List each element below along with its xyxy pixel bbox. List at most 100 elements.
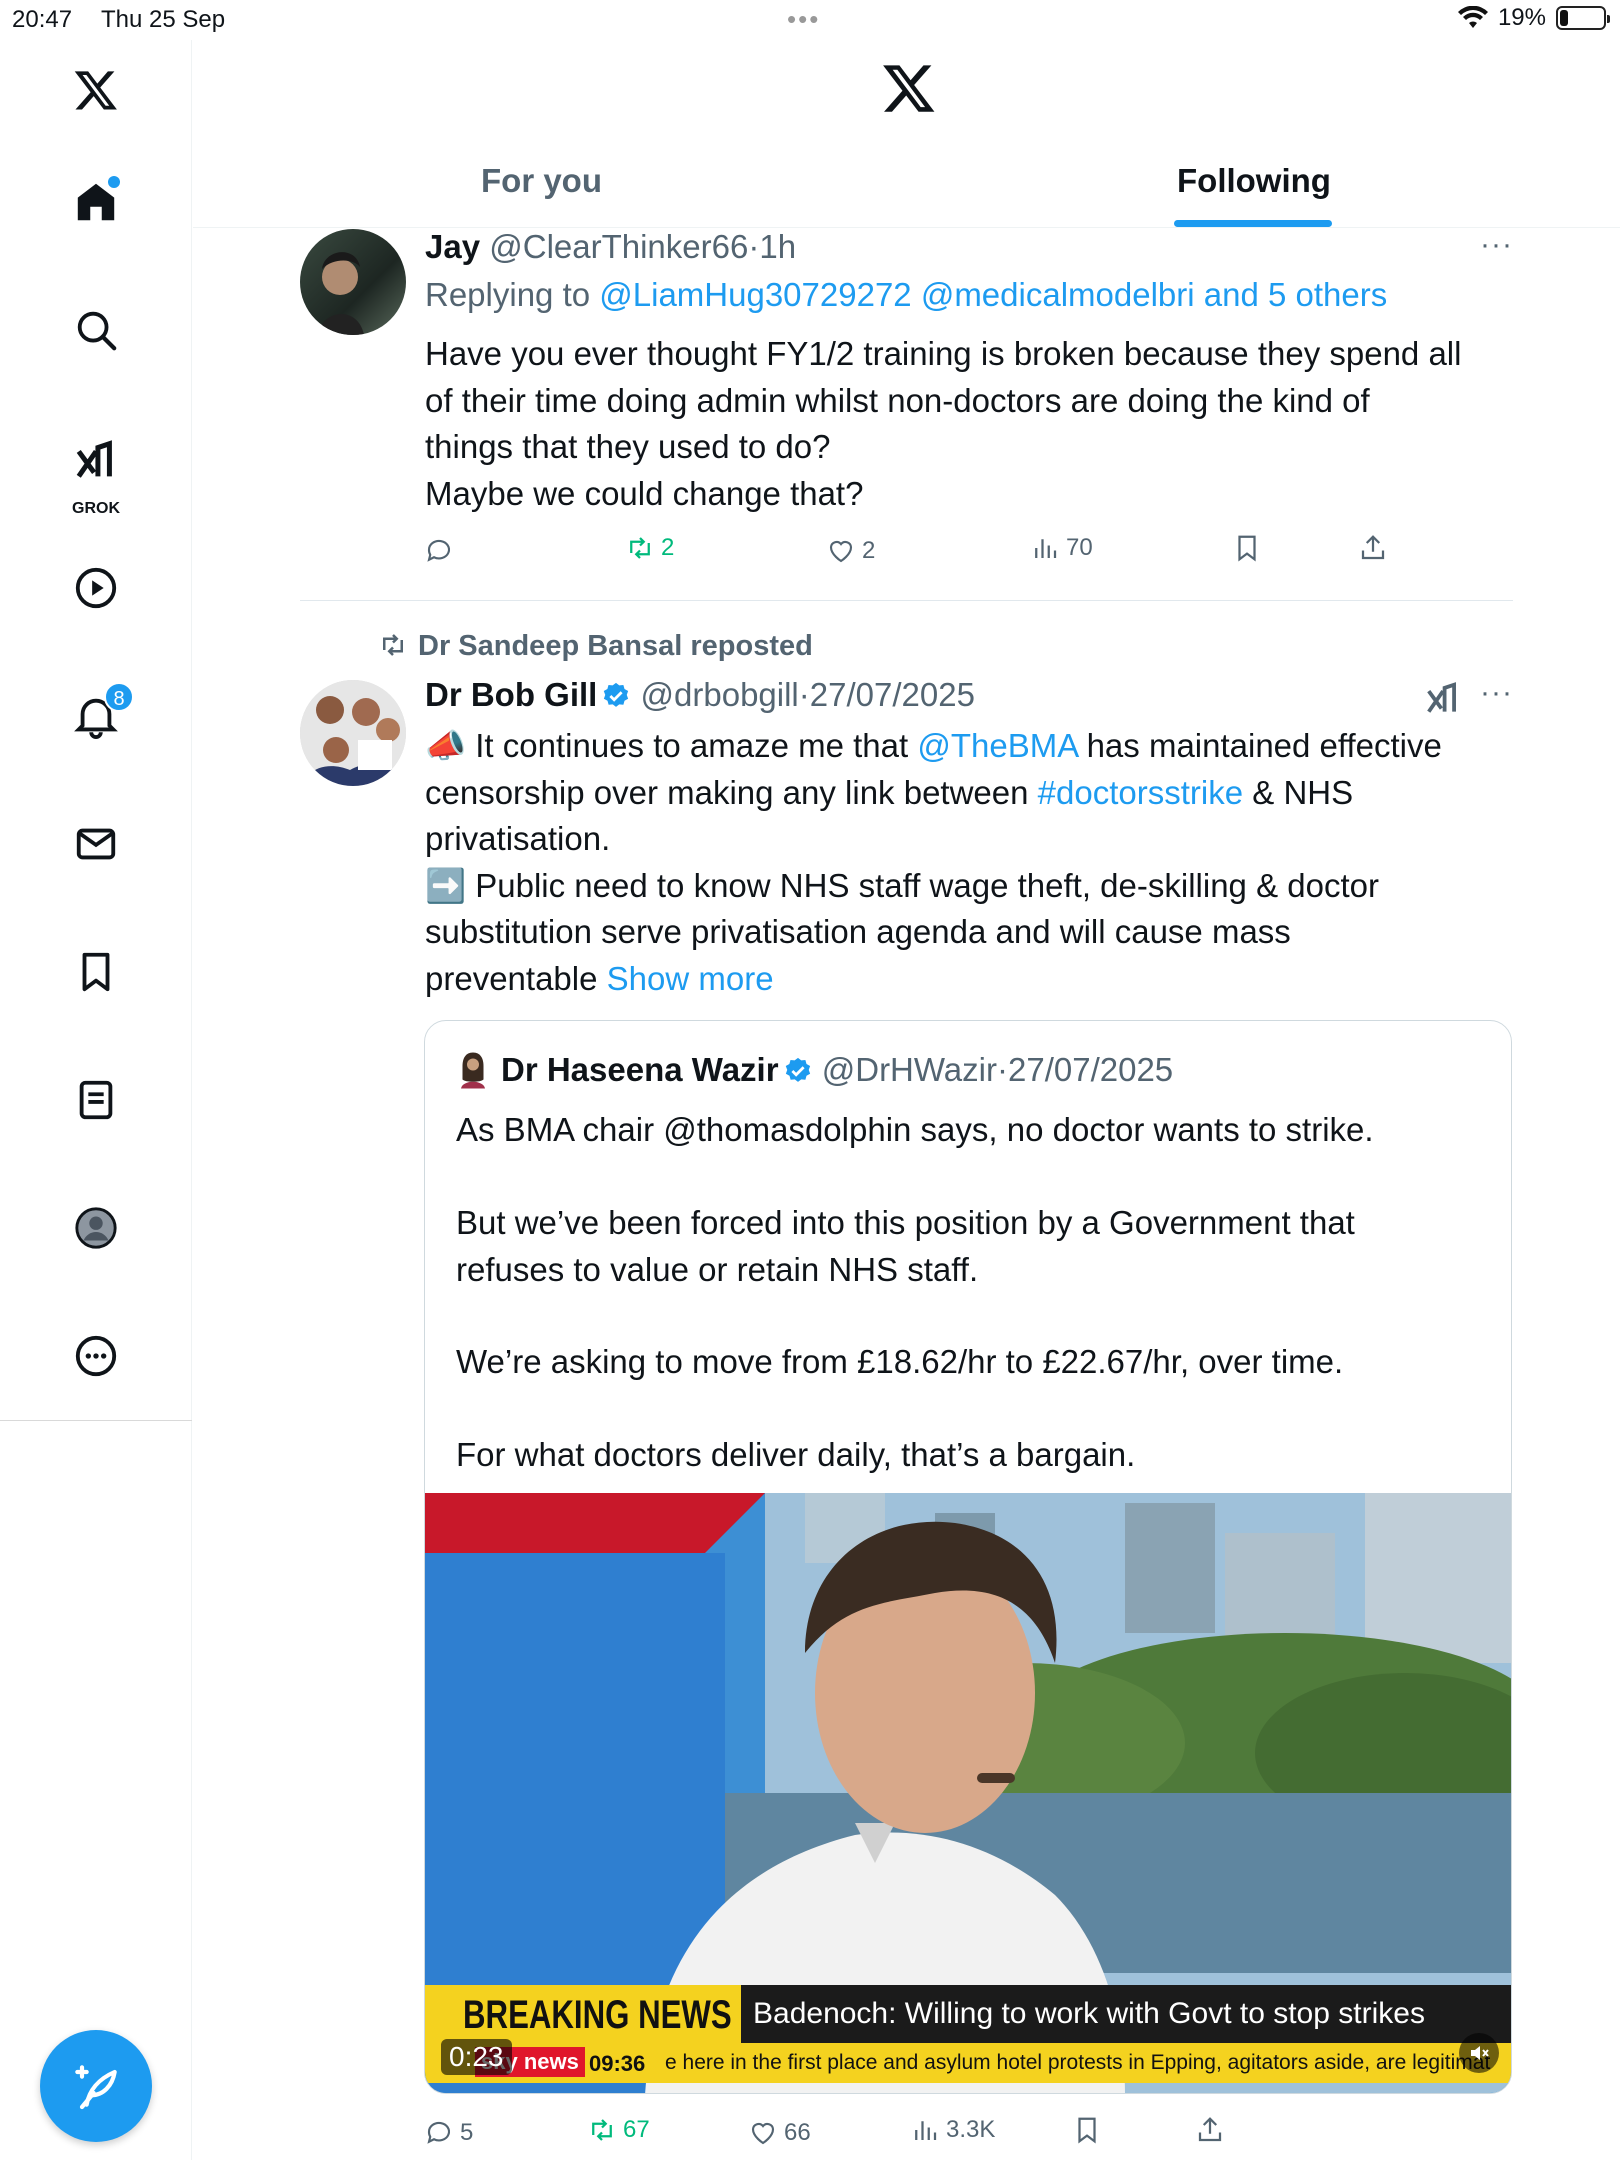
text-segment: Public need to know NHS staff wage theft… — [466, 866, 1379, 904]
tab-following[interactable]: Following — [1177, 162, 1331, 200]
nav-messages[interactable] — [60, 808, 132, 880]
battery-fill — [1560, 10, 1568, 26]
quote-tweet[interactable]: Dr Haseena Wazir @DrHWazir·27/07/2025 As… — [424, 1020, 1512, 2094]
more-options-icon[interactable]: ··· — [1480, 676, 1513, 710]
nav-more[interactable] — [60, 1320, 132, 1392]
avatar[interactable] — [300, 680, 406, 786]
tweet-text-line: substitution serve privatisation agenda … — [425, 913, 1291, 950]
more-options-icon[interactable]: ··· — [1480, 228, 1513, 262]
views-button[interactable]: 70 — [1030, 533, 1093, 563]
tweet-header: Dr Bob Gill @drbobgill·27/07/2025 — [425, 676, 975, 714]
quote-paragraph: As BMA chair @thomasdolphin says, no doc… — [456, 1111, 1374, 1148]
tweet-text-line: ➡️ Public need to know NHS staff wage th… — [425, 863, 1442, 910]
tweet-time[interactable]: 27/07/2025 — [810, 676, 975, 713]
reply-button[interactable]: 5 — [424, 2118, 473, 2148]
mention-link[interactable]: @TheBMA — [917, 727, 1077, 764]
show-more-link[interactable]: Show more — [607, 960, 774, 997]
verified-badge-icon — [785, 1057, 810, 1082]
nav-video[interactable] — [60, 552, 132, 624]
quote-time[interactable]: 27/07/2025 — [1008, 1051, 1173, 1088]
reposted-by[interactable]: Dr Sandeep Bansal reposted — [418, 630, 813, 662]
verified-badge-icon — [604, 682, 629, 707]
multitasking-dots[interactable]: ••• — [787, 4, 820, 35]
tweet-time[interactable]: 1h — [759, 228, 796, 265]
author-handle[interactable]: @drbobgill — [641, 676, 799, 713]
separator: · — [996, 1051, 1008, 1088]
nav-profile[interactable] — [60, 1192, 132, 1264]
text-segment: It continues to amaze me that — [466, 727, 918, 764]
tab-for-you[interactable]: For you — [481, 162, 602, 200]
avatar[interactable] — [300, 229, 406, 335]
author-name[interactable]: Jay — [425, 228, 480, 265]
nav-lists[interactable] — [60, 1064, 132, 1136]
sidebar-separator — [0, 1420, 192, 1421]
nav-notifications[interactable]: 8 — [60, 680, 134, 752]
breaking-news-bar: BREAKING NEWS Badenoch: Willing to work … — [425, 1985, 1511, 2043]
mute-button[interactable] — [1459, 2033, 1499, 2073]
nav-grok[interactable]: GROK — [60, 424, 132, 517]
bookmark-button[interactable] — [1072, 2115, 1102, 2145]
tab-active-indicator — [1174, 220, 1332, 227]
quote-author-handle[interactable]: @DrHWazir — [822, 1051, 997, 1088]
tweet-text-line: privatisation. — [425, 820, 611, 857]
status-time: 20:47 — [12, 6, 73, 33]
analytics-icon — [915, 2121, 937, 2140]
views-button[interactable]: 3.3K — [910, 2115, 995, 2145]
video-player[interactable]: BREAKING NEWS Badenoch: Willing to work … — [425, 1493, 1511, 2093]
mail-icon — [76, 828, 116, 860]
nav-home[interactable] — [60, 166, 132, 238]
video-duration: 0:23 — [441, 2039, 512, 2075]
reply-icon — [427, 539, 451, 562]
headline-box: Badenoch: Willing to work with Govt to s… — [741, 1985, 1511, 2043]
like-button[interactable]: 66 — [748, 2118, 811, 2148]
author-handle[interactable]: @ClearThinker66 — [489, 228, 748, 265]
battery-percent: 19% — [1497, 4, 1546, 31]
news-headline: Badenoch: Willing to work with Govt to s… — [753, 1997, 1425, 2030]
share-icon — [1361, 535, 1385, 560]
replying-to-users[interactable]: @LiamHug30729272 @medicalmodelbri and 5 … — [599, 276, 1387, 313]
like-button[interactable]: 2 — [826, 536, 875, 566]
x-logo-button[interactable] — [60, 54, 132, 126]
grok-icon — [76, 440, 112, 478]
quote-author-name[interactable]: Dr Haseena Wazir — [501, 1051, 779, 1088]
nav-search[interactable] — [60, 294, 132, 366]
reply-button[interactable] — [424, 536, 460, 566]
tweet-text: Have you ever thought FY1/2 training is … — [425, 335, 1462, 512]
ticker-text: e here in the first place and asylum hot… — [665, 2051, 1491, 2074]
repost-icon — [592, 2119, 612, 2141]
play-icon — [75, 567, 117, 609]
text-segment: has maintained effective — [1077, 727, 1442, 764]
heart-icon — [751, 2123, 775, 2145]
hashtag-link[interactable]: #doctorsstrike — [1038, 774, 1243, 811]
reply-icon — [427, 2121, 451, 2144]
nav-bookmarks[interactable] — [60, 936, 132, 1008]
tweet-divider — [300, 600, 1513, 601]
analytics-icon — [1035, 539, 1057, 558]
muted-speaker-icon — [1471, 2046, 1489, 2060]
repost-icon — [630, 537, 650, 559]
share-button[interactable] — [1195, 2115, 1225, 2145]
notification-badge: 8 — [104, 682, 134, 712]
author-name[interactable]: Dr Bob Gill — [425, 676, 597, 713]
x-logo-icon[interactable] — [881, 60, 937, 116]
bookmark-icon — [1078, 2117, 1096, 2144]
like-count: 66 — [784, 2119, 811, 2146]
grok-icon[interactable] — [1424, 680, 1462, 718]
repost-button[interactable]: 2 — [625, 533, 674, 563]
tweet-text-line: 📣 It continues to amaze me that @TheBMA … — [425, 723, 1442, 770]
share-icon — [1198, 2117, 1222, 2142]
tweet-text-line: censorship over making any link between … — [425, 770, 1442, 817]
search-icon — [77, 311, 117, 351]
sidebar: GROK 8 — [0, 40, 192, 2160]
separator: · — [798, 676, 810, 713]
repost-button[interactable]: 67 — [587, 2115, 650, 2145]
bookmark-icon — [1238, 535, 1256, 562]
text-segment: preventable — [425, 959, 607, 997]
avatar-image — [300, 680, 406, 786]
bookmark-button[interactable] — [1232, 533, 1262, 563]
repost-icon — [383, 634, 403, 656]
compose-button[interactable] — [40, 2030, 152, 2142]
news-ticker: sky news 09:36 e here in the first place… — [425, 2043, 1511, 2083]
share-button[interactable] — [1358, 533, 1388, 563]
more-icon — [75, 1335, 117, 1377]
